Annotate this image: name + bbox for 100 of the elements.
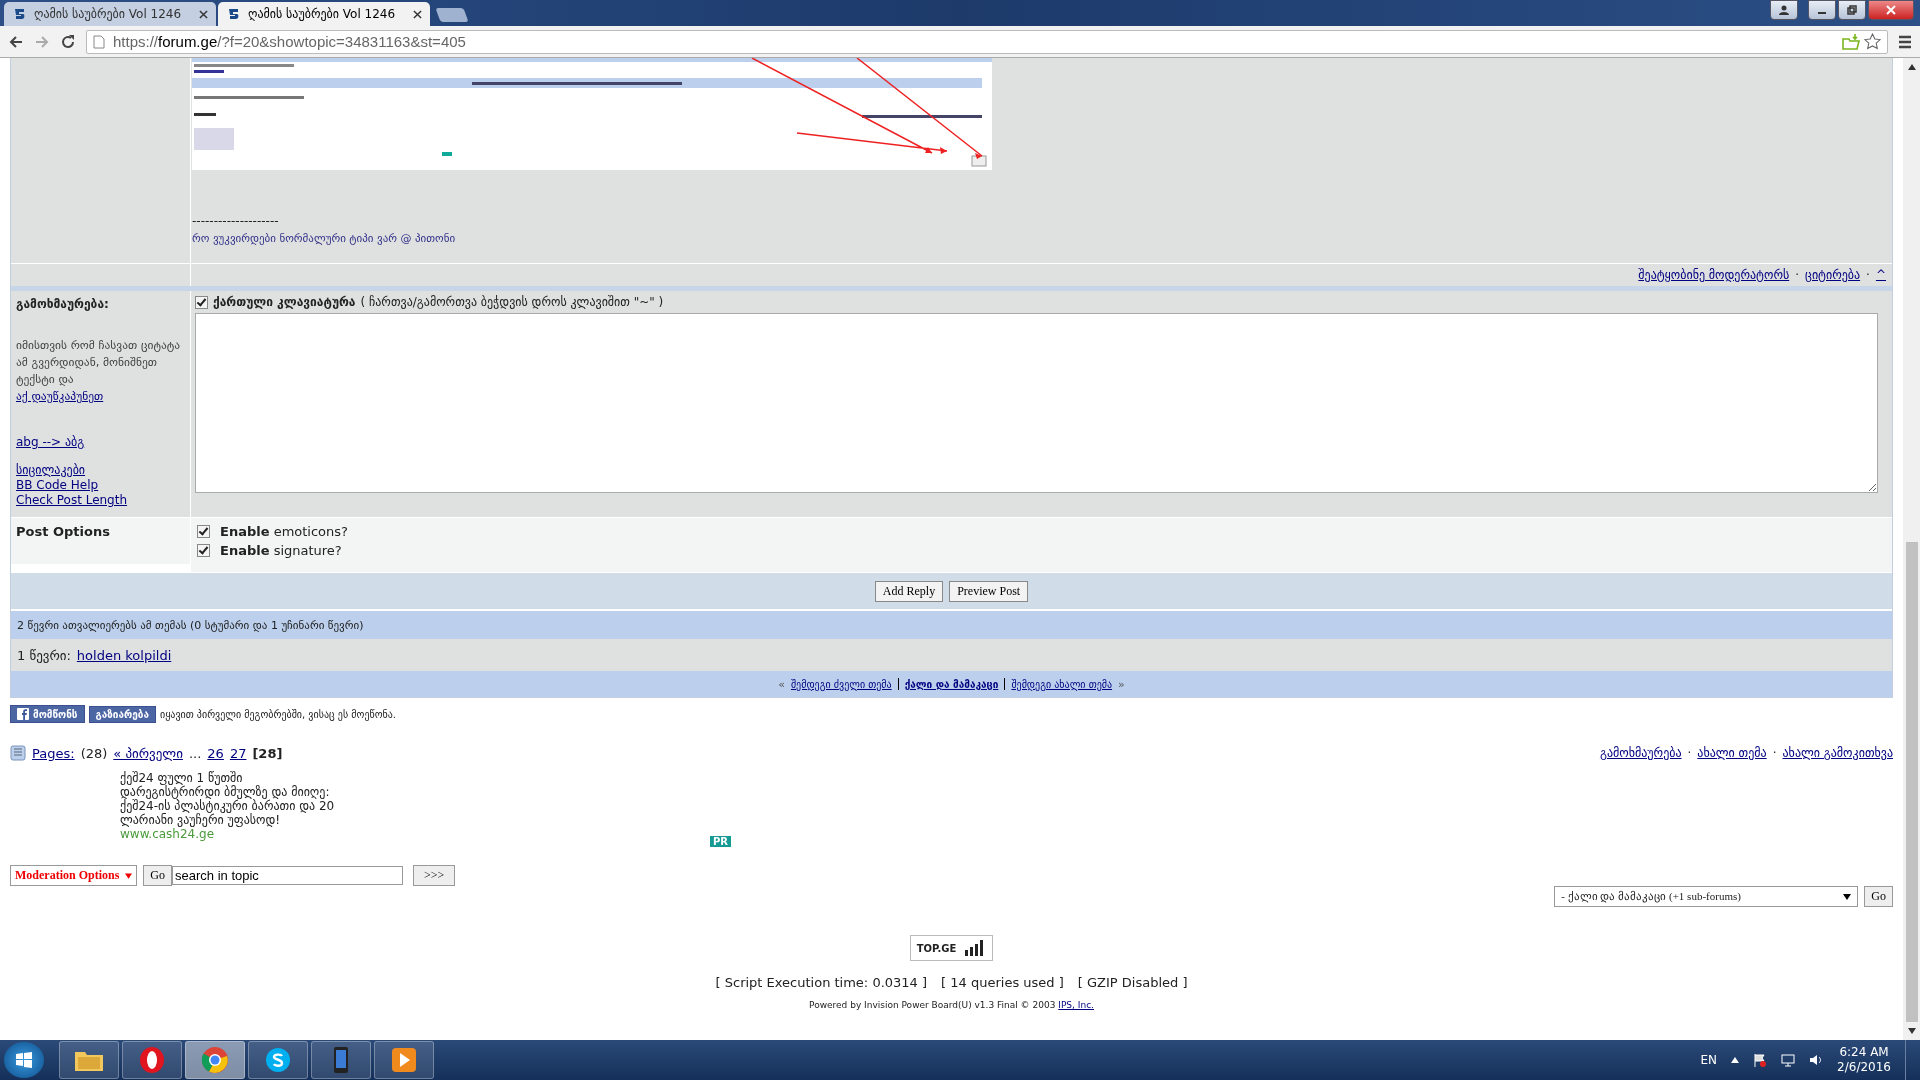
social-text: იყავით პირველი მეგობრებში, ვისაც ეს მოეწონა. [159,708,397,720]
topic-nav-link[interactable]: ქალი და მამაკაცი [904,678,999,690]
browser-tab[interactable]: ღამის საუბრები Vol 1246 [4,2,216,26]
back-icon[interactable] [8,33,24,50]
option-checkbox[interactable] [197,544,210,557]
option-label: Enable emoticons? [220,524,348,539]
moderation-select[interactable]: Moderation Options [10,865,138,886]
thread-action-link[interactable]: ახალი გამოკითხვა [1782,746,1893,760]
ad-link[interactable]: www.cash24.ge [120,827,215,841]
start-button[interactable] [4,1042,44,1078]
page-link[interactable]: « პირველი [113,745,183,761]
go-button[interactable]: Go [1864,886,1893,907]
page-ellipsis: ... [188,745,202,761]
menu-icon[interactable] [1898,34,1912,49]
quote-hint-text: იმისთვის რომ ჩასვათ ციტატა ამ გვერდიდან, მონიშნეთ ტექსტი და აქ დაუწკაპუნეთ [16,337,182,405]
taskbar-app[interactable] [248,1041,308,1079]
thread-action-link[interactable]: გამოხმაურება [1599,746,1682,760]
form-button[interactable]: Preview Post [949,580,1029,602]
separator-dot: · [1866,268,1870,282]
page-link[interactable]: 27 [229,745,247,761]
next-mark: » [1118,677,1125,691]
topic-nav-link[interactable]: შემდეგი ახალი თემა [1011,678,1113,690]
profile-button[interactable] [1770,0,1798,20]
thread-action-link[interactable]: ახალი თემა [1697,746,1767,760]
network-icon[interactable] [1781,1053,1796,1067]
media-player-icon [391,1047,417,1073]
minimize-button[interactable] [1808,0,1836,20]
close-icon[interactable] [199,9,208,19]
forum-jump-select[interactable]: - ქალი და მამაკაცი (+1 sub-forums) [1554,886,1859,907]
star-icon[interactable] [1864,33,1881,50]
help-link[interactable]: სიცილაკები [16,463,86,478]
stats-text: [ 14 queries used ] [941,975,1064,990]
transliteration-link[interactable]: abg --> აბგ [16,435,85,449]
address-bar[interactable]: https://forum.ge/?f=20&showtopic=34831163&st=405 [86,29,1888,54]
reload-icon[interactable] [60,33,76,50]
caret-icon [125,872,133,879]
separator-dot: · [1687,746,1692,760]
topic-search-field[interactable]: search in topic [172,866,403,885]
counter-badge[interactable]: TOP.GE [909,935,994,961]
restore-icon [1846,4,1858,16]
keyboard-checkbox[interactable] [195,295,208,309]
post-options-label: Post Options [16,524,110,539]
current-page: [28] [252,745,283,761]
help-link[interactable]: BB Code Help [16,478,99,493]
new-tab-button[interactable] [435,8,469,22]
caret-icon [1843,893,1852,900]
phone-icon [331,1046,351,1074]
taskbar-app[interactable] [59,1041,119,1079]
form-button[interactable]: Add Reply [874,580,944,602]
members-label: 1 წევრი: [17,647,71,663]
taskbar-app[interactable] [374,1041,434,1079]
scrollbar[interactable] [1903,58,1920,1040]
member-link[interactable]: holden kolpildi [76,647,172,663]
user-icon [1778,4,1790,16]
ad-badge: PR [710,836,732,847]
taskbar-app[interactable] [122,1041,182,1079]
option-checkbox[interactable] [197,525,210,538]
post-action-link[interactable]: შეატყობინე მოდერატორს [1638,268,1790,282]
reply-label: გამოხმაურება: [16,297,110,311]
search-button[interactable]: >>> [413,865,456,886]
opera-icon [138,1046,166,1074]
taskbar-app[interactable] [311,1041,371,1079]
page-link[interactable]: 26 [207,745,224,761]
skype-icon [264,1046,292,1074]
facebook-icon [17,708,29,720]
flag-icon[interactable] [1753,1053,1768,1067]
scrollbar-thumb[interactable] [1905,542,1918,1022]
ad-text: დარეგისტრირდი ბმულზე და მიიღე: [120,785,331,799]
pages-link[interactable]: Pages: [32,745,75,761]
tray-arrow-icon[interactable] [1731,1057,1740,1063]
viewers-text: 2 წევრი ათვალიერებს ამ თემას (0 სტუმარი და 1 უჩინარი წევრი) [17,618,364,632]
like-button[interactable]: მომწონს [10,705,85,723]
option-label: Enable signature? [220,543,342,558]
scroll-up-icon[interactable] [1907,64,1916,70]
page-icon [93,34,105,49]
language-indicator[interactable]: EN [1700,1053,1718,1067]
scroll-down-icon[interactable] [1907,1028,1916,1034]
close-button[interactable] [1868,0,1914,20]
signature-divider: -------------------- [192,214,280,228]
post-action-link[interactable]: ციტირება [1805,268,1861,282]
browser-tab[interactable]: ღამის საუბრები Vol 1246 [218,2,430,26]
stats-text: [ GZIP Disabled ] [1077,975,1188,990]
pages-icon [10,745,26,761]
topic-nav-link[interactable]: შემდეგი ძველი თემა [790,678,892,690]
separator-dot: · [1795,268,1800,282]
go-button[interactable]: Go [143,865,172,886]
volume-icon[interactable] [1809,1053,1824,1067]
windows-logo-icon [14,1050,34,1070]
share-button[interactable]: გაზიარება [88,705,156,723]
prev-mark: « [778,677,785,691]
post-action-link[interactable]: ^ [1875,268,1886,282]
help-link[interactable]: Check Post Length [16,493,128,508]
powered-text: Powered by Invision Power Board(U) v1.3 Final © 2003 [809,1000,1056,1010]
close-icon[interactable] [413,9,422,19]
quote-hint-link[interactable]: აქ დაუწკაპუნეთ [16,388,104,405]
ad-text: ლარიანი ვაუჩერი უფასოდ! [120,813,282,827]
ad-text: ქეშ24-ის პლასტიკური ბარათი და 20 [120,799,336,813]
clock[interactable]: 6:24 AM 2/6/2016 [1837,1045,1891,1075]
ips-link[interactable]: IPS, Inc. [1058,1000,1094,1010]
restore-button[interactable] [1838,0,1866,20]
